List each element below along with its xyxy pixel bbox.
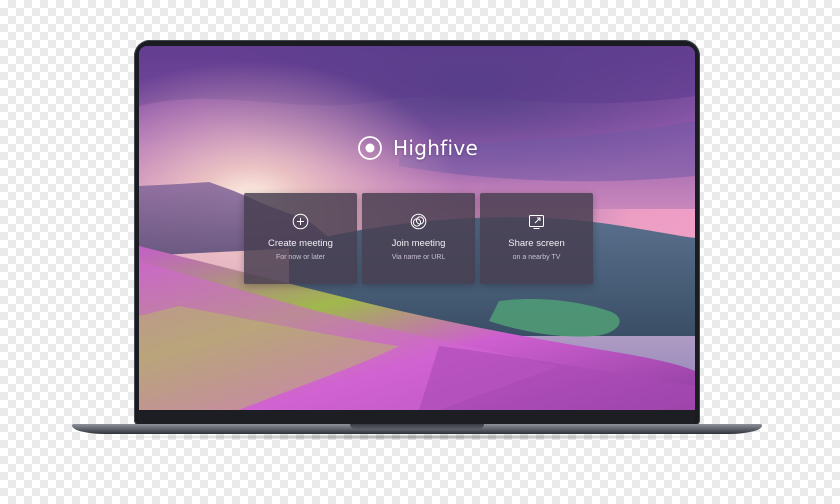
create-meeting-subtitle: For now or later [275, 254, 326, 261]
create-meeting-title: Create meeting [268, 238, 333, 249]
brand-header: Highfive [357, 133, 478, 163]
overlapping-circles-icon [410, 213, 427, 230]
app-screen: Highfive Create meeting For now or later… [139, 46, 695, 410]
laptop-opening-notch [350, 424, 484, 429]
laptop-chin [139, 410, 695, 424]
laptop-mockup: Highfive Create meeting For now or later… [0, 0, 840, 504]
brand-name: Highfive [393, 136, 479, 160]
share-screen-button[interactable]: Share screen on a nearby TV [480, 193, 593, 284]
laptop-shadow [88, 434, 748, 440]
join-meeting-title: Join meeting [391, 238, 446, 249]
join-meeting-button[interactable]: Join meeting Via name or URL [362, 193, 475, 284]
highfive-logo-icon [358, 136, 382, 160]
share-screen-title: Share screen [508, 238, 565, 249]
share-screen-subtitle: on a nearby TV [512, 254, 561, 261]
join-meeting-subtitle: Via name or URL [391, 254, 446, 261]
create-meeting-button[interactable]: Create meeting For now or later [244, 193, 357, 284]
plus-circle-icon [292, 213, 309, 230]
cast-screen-icon [529, 215, 544, 229]
